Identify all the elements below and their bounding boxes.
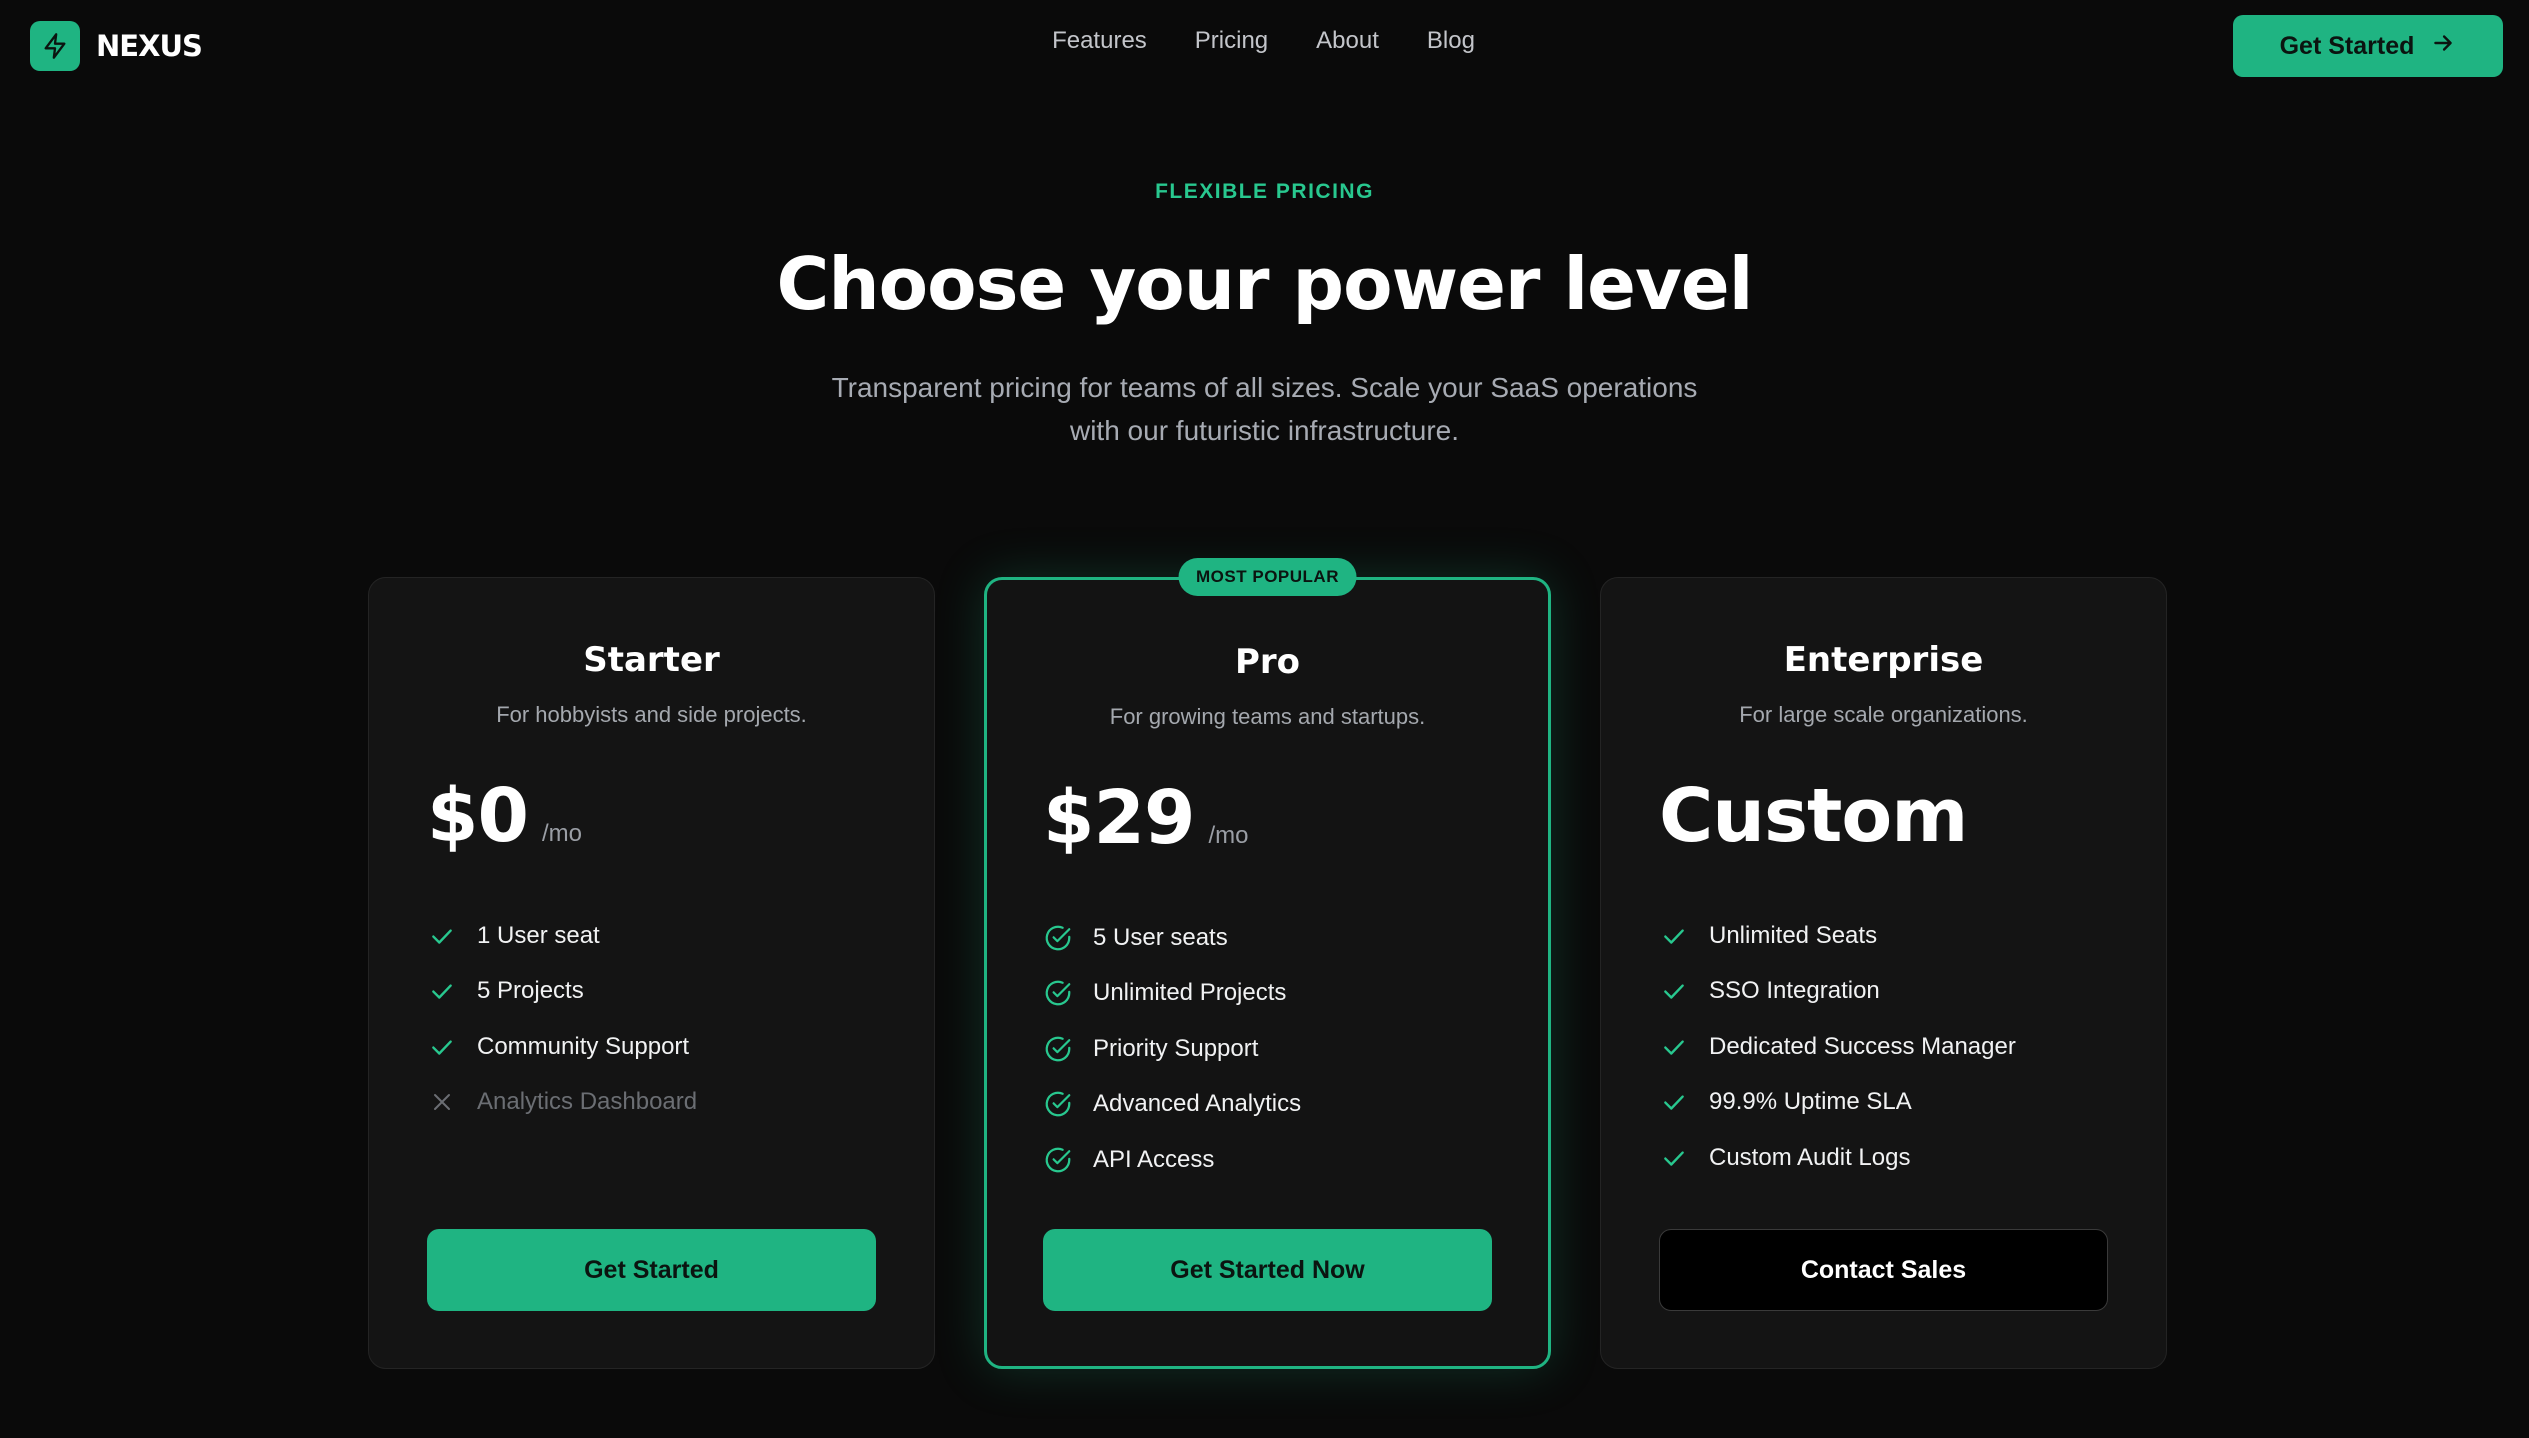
- check-circle-icon: [1043, 1089, 1073, 1119]
- feature-item: Advanced Analytics: [1043, 1077, 1508, 1133]
- nav-link-blog[interactable]: Blog: [1427, 27, 1475, 55]
- feature-label: 5 User seats: [1093, 923, 1228, 951]
- feature-label: Dedicated Success Manager: [1709, 1032, 2016, 1060]
- nav-cta-label: Get Started: [2279, 31, 2415, 60]
- nav-link-about[interactable]: About: [1316, 27, 1379, 55]
- check-icon: [427, 921, 457, 951]
- feature-list: Unlimited Seats SSO Integration Dedicate…: [1659, 908, 2126, 1186]
- check-icon: [1659, 1143, 1689, 1173]
- feature-label: API Access: [1093, 1145, 1215, 1173]
- nav-link-features[interactable]: Features: [1052, 27, 1147, 55]
- pricing-cards: Starter For hobbyists and side projects.…: [0, 558, 2529, 1369]
- x-icon: [427, 1087, 457, 1117]
- feature-item: Custom Audit Logs: [1659, 1130, 2126, 1186]
- nav-get-started-button[interactable]: Get Started: [2233, 15, 2503, 77]
- check-icon: [427, 976, 457, 1006]
- nav-link-pricing[interactable]: Pricing: [1195, 27, 1268, 55]
- feature-item: 5 User seats: [1043, 910, 1508, 966]
- feature-label: Unlimited Projects: [1093, 979, 1287, 1007]
- price-period: /mo: [541, 820, 582, 847]
- feature-item: Dedicated Success Manager: [1659, 1019, 2126, 1075]
- price-row: $29 /mo: [1043, 775, 1248, 861]
- check-icon: [1659, 976, 1689, 1006]
- plan-description: For growing teams and startups.: [1109, 704, 1426, 729]
- plan-card-enterprise: Enterprise For large scale organizations…: [1600, 577, 2167, 1369]
- check-circle-icon: [1043, 923, 1073, 953]
- plan-description: For large scale organizations.: [1739, 702, 2028, 727]
- plan-price: $29: [1043, 775, 1195, 861]
- feature-item-excluded: Analytics Dashboard: [427, 1075, 894, 1131]
- check-icon: [1659, 921, 1689, 951]
- top-nav: NEXUS Features Pricing About Blog Get St…: [0, 0, 2529, 92]
- feature-label: Unlimited Seats: [1709, 921, 1878, 949]
- page-subtitle: Transparent pricing for teams of all siz…: [831, 372, 1698, 446]
- feature-item: Unlimited Seats: [1659, 908, 2126, 964]
- nav-links: Features Pricing About Blog: [0, 27, 2529, 55]
- plan-name: Enterprise: [1783, 640, 1984, 680]
- feature-label: Priority Support: [1093, 1034, 1259, 1062]
- contact-sales-button[interactable]: Contact Sales: [1659, 1229, 2108, 1311]
- feature-label: Analytics Dashboard: [477, 1088, 698, 1116]
- check-circle-icon: [1043, 978, 1073, 1008]
- feature-list: 5 User seats Unlimited Projects Priority…: [1043, 910, 1508, 1188]
- feature-label: 99.9% Uptime SLA: [1709, 1088, 1912, 1116]
- feature-item: 99.9% Uptime SLA: [1659, 1075, 2126, 1131]
- pro-get-started-now-button[interactable]: Get Started Now: [1043, 1229, 1492, 1311]
- feature-label: 5 Projects: [477, 977, 584, 1005]
- price-period: /mo: [1208, 822, 1249, 849]
- feature-item: Priority Support: [1043, 1021, 1508, 1077]
- feature-label: Custom Audit Logs: [1709, 1143, 1911, 1171]
- plan-price: Custom: [1659, 773, 1968, 859]
- feature-item: Unlimited Projects: [1043, 966, 1508, 1022]
- starter-get-started-button[interactable]: Get Started: [427, 1229, 876, 1311]
- plan-card-pro: MOST POPULAR Pro For growing teams and s…: [984, 558, 1551, 1369]
- plan-description: For hobbyists and side projects.: [496, 702, 807, 727]
- feature-item: API Access: [1043, 1132, 1508, 1188]
- page-title: Choose your power level: [776, 242, 1754, 326]
- feature-item: Community Support: [427, 1019, 894, 1075]
- pricing-hero: FLEXIBLE PRICING Choose your power level…: [0, 180, 2529, 452]
- check-icon: [1659, 1087, 1689, 1117]
- check-circle-icon: [1043, 1145, 1073, 1175]
- feature-item: 5 Projects: [427, 964, 894, 1020]
- plan-name: Starter: [583, 640, 720, 680]
- plan-card-starter: Starter For hobbyists and side projects.…: [368, 577, 935, 1369]
- check-icon: [1659, 1032, 1689, 1062]
- feature-label: SSO Integration: [1709, 977, 1880, 1005]
- feature-item: SSO Integration: [1659, 964, 2126, 1020]
- plan-price: $0: [427, 773, 529, 859]
- feature-label: Community Support: [477, 1032, 690, 1060]
- most-popular-badge: MOST POPULAR: [1178, 558, 1357, 596]
- eyebrow-label: FLEXIBLE PRICING: [1155, 180, 1374, 203]
- plan-name: Pro: [1234, 642, 1301, 682]
- price-row: $0 /mo: [427, 773, 582, 859]
- arrow-right-icon: [2430, 30, 2456, 63]
- feature-label: Advanced Analytics: [1093, 1090, 1302, 1118]
- feature-label: 1 User seat: [477, 921, 600, 949]
- feature-item: 1 User seat: [427, 908, 894, 964]
- feature-list: 1 User seat 5 Projects Community Support…: [427, 908, 894, 1130]
- check-circle-icon: [1043, 1034, 1073, 1064]
- price-row: Custom: [1659, 773, 1968, 859]
- check-icon: [427, 1032, 457, 1062]
